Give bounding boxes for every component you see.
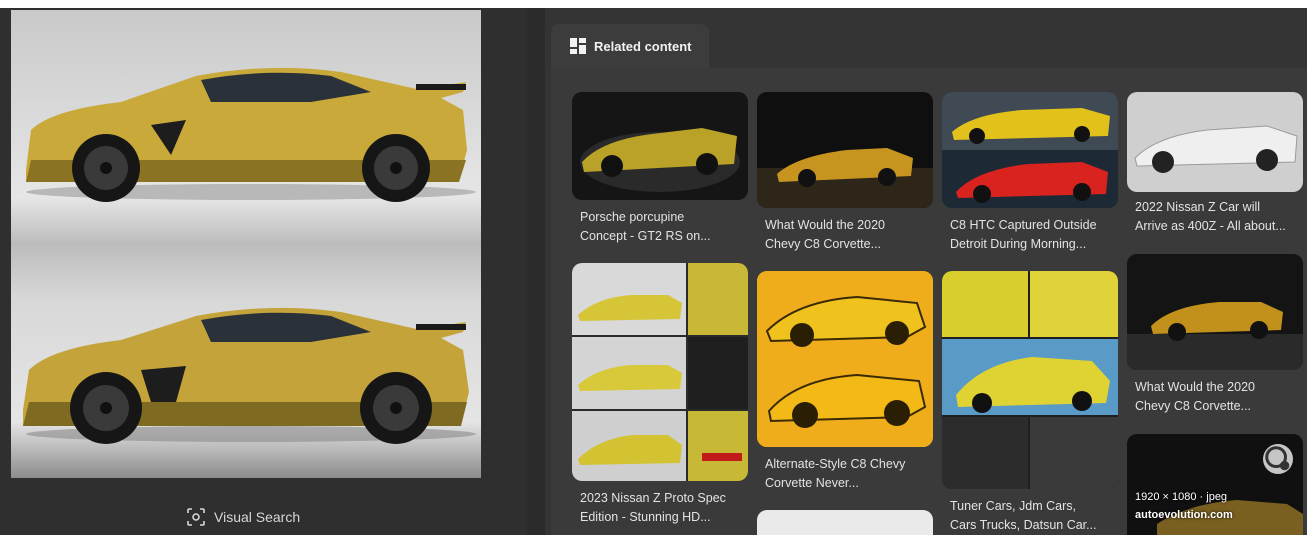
result-thumbnail[interactable] xyxy=(572,92,748,200)
result-caption[interactable]: Porsche porcupine Concept - GT2 RS on... xyxy=(580,208,750,246)
image-size-label: 1920 × 1080 · jpeg xyxy=(1135,491,1228,503)
result-thumbnail[interactable] xyxy=(942,92,1118,208)
result-thumbnail[interactable] xyxy=(1127,254,1303,370)
tab-label: Related content xyxy=(594,38,692,54)
result-caption[interactable]: 2022 Nissan Z Car will Arrive as 400Z - … xyxy=(1135,198,1305,236)
result-thumbnail[interactable] xyxy=(1127,92,1303,192)
result-thumbnail[interactable] xyxy=(757,271,933,447)
result-thumbnail[interactable] xyxy=(942,271,1118,489)
result-caption[interactable]: Tuner Cars, Jdm Cars, Cars Trucks, Datsu… xyxy=(950,497,1120,535)
result-caption[interactable]: What Would the 2020 Chevy C8 Corvette... xyxy=(765,216,935,254)
visual-search-icon[interactable] xyxy=(1263,444,1293,474)
visual-search-label: Visual Search xyxy=(214,509,301,525)
result-thumbnail[interactable]: 1920 × 1080 · jpeg autoevolution.com xyxy=(1127,434,1303,535)
result-thumbnail[interactable] xyxy=(757,510,933,535)
grid-icon xyxy=(570,38,586,54)
image-preview-panel: Visual Search xyxy=(0,8,527,535)
related-content-panel: Related content Porsche porcupine Concep… xyxy=(545,8,1307,535)
result-thumbnail[interactable] xyxy=(572,263,748,481)
result-caption[interactable]: C8 HTC Captured Outside Detroit During M… xyxy=(950,216,1120,254)
related-content-grid: Porsche porcupine Concept - GT2 RS on...… xyxy=(551,68,1307,535)
tab-related-content[interactable]: Related content xyxy=(551,24,709,68)
visual-search-icon xyxy=(187,508,205,526)
preview-image[interactable] xyxy=(11,10,481,478)
result-caption[interactable]: Alternate-Style C8 Chevy Corvette Never.… xyxy=(765,455,935,493)
result-thumbnail[interactable] xyxy=(757,92,933,208)
result-caption[interactable]: 2023 Nissan Z Proto Spec Edition - Stunn… xyxy=(580,489,750,527)
result-caption[interactable]: What Would the 2020 Chevy C8 Corvette... xyxy=(1135,378,1305,416)
top-strip xyxy=(0,0,1307,8)
car-image-top xyxy=(26,67,476,202)
visual-search-button[interactable]: Visual Search xyxy=(186,506,300,528)
image-source-domain[interactable]: autoevolution.com xyxy=(1135,508,1233,523)
car-image-bottom xyxy=(23,307,476,444)
